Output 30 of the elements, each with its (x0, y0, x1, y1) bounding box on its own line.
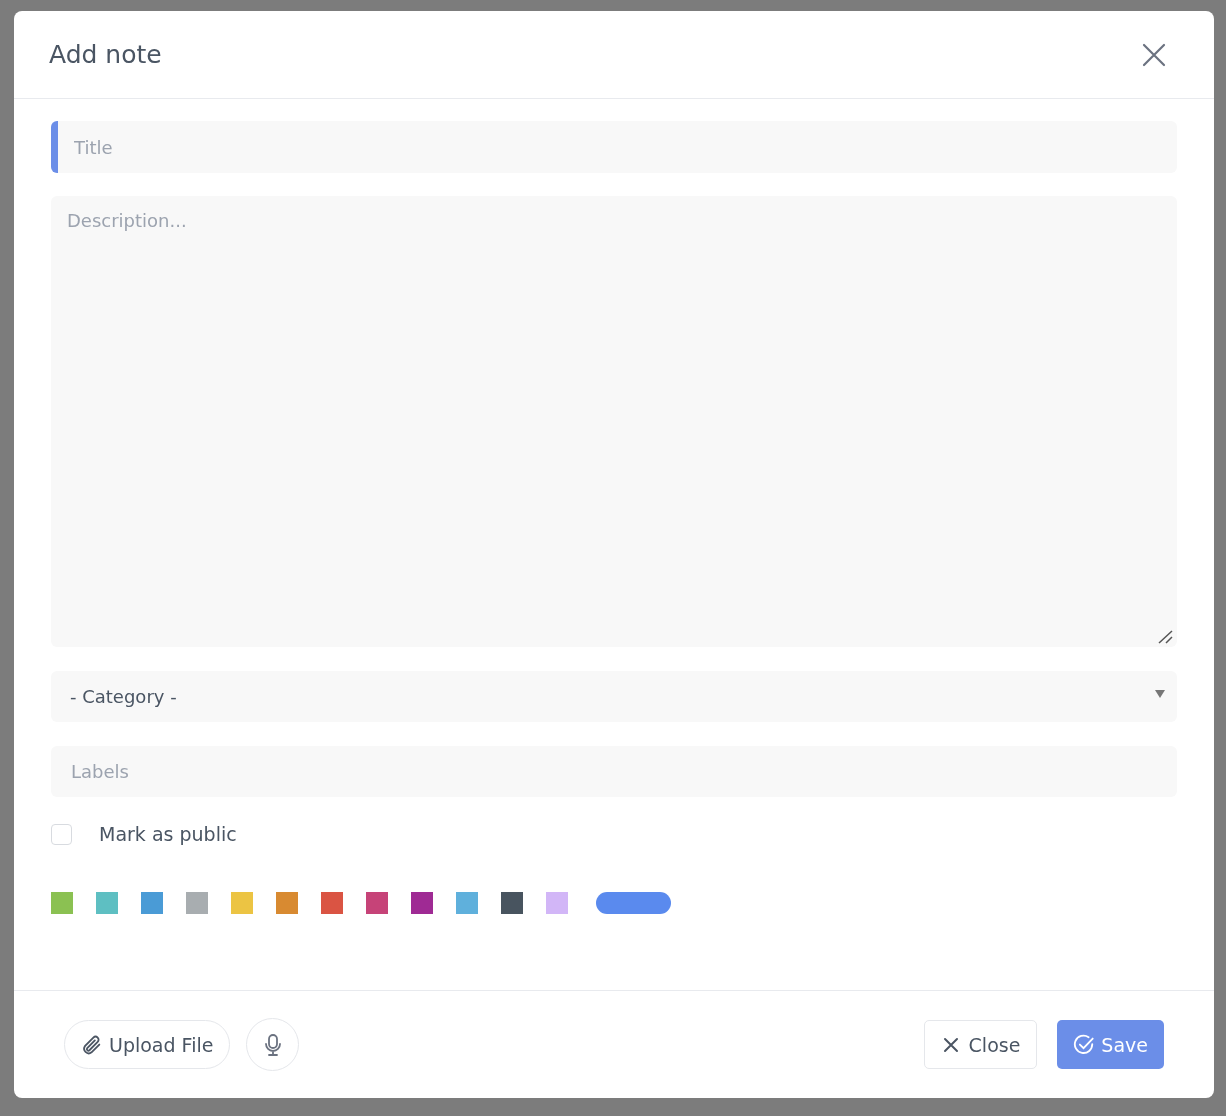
color-swatch[interactable] (501, 892, 523, 914)
title-field[interactable]: Title (51, 121, 1177, 173)
selected-color-bar[interactable] (596, 892, 671, 914)
upload-file-button[interactable]: Upload File (64, 1020, 231, 1069)
description-field[interactable]: Description... (51, 196, 1177, 647)
color-swatch[interactable] (366, 892, 388, 914)
color-swatch[interactable] (321, 892, 343, 914)
resize-handle-icon[interactable] (1158, 630, 1174, 644)
color-swatch[interactable] (411, 892, 433, 914)
checkbox-label: Mark as public (99, 823, 237, 845)
category-dropdown[interactable]: - Category - (51, 671, 1177, 722)
microphone-icon (262, 1032, 283, 1057)
color-swatch[interactable] (51, 892, 73, 914)
close-icon (942, 1036, 959, 1053)
color-swatch[interactable] (546, 892, 568, 914)
microphone-button[interactable] (246, 1018, 300, 1071)
color-swatch[interactable] (96, 892, 118, 914)
color-swatch[interactable] (276, 892, 298, 914)
labels-field[interactable]: Labels (51, 746, 1177, 797)
check-circle-icon (1073, 1033, 1096, 1056)
dropdown-caret-icon (1155, 689, 1165, 698)
dialog-title: Add note (49, 40, 162, 69)
paperclip-icon (81, 1033, 103, 1056)
public-checkbox[interactable] (51, 823, 72, 845)
color-swatch[interactable] (231, 892, 253, 914)
close-icon[interactable] (1142, 42, 1166, 67)
color-swatch[interactable] (456, 892, 478, 914)
color-swatch[interactable] (141, 892, 163, 914)
close-button[interactable]: Close (923, 1020, 1038, 1069)
color-swatch[interactable] (186, 892, 208, 914)
